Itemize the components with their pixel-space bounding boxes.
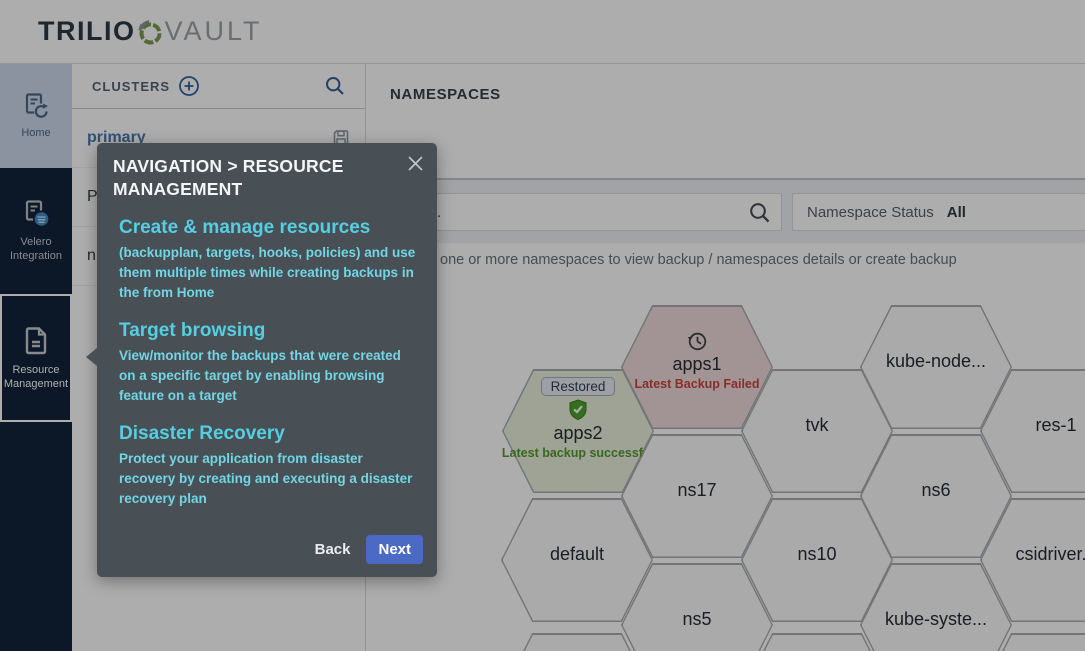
- section-heading: Disaster Recovery: [119, 423, 421, 445]
- popover-arrow: [86, 348, 97, 366]
- popover-title: NAVIGATION > RESOURCE MANAGEMENT: [113, 155, 393, 200]
- section-body: Protect your application from disaster r…: [119, 449, 421, 509]
- close-icon[interactable]: [407, 155, 424, 172]
- section-heading: Create & manage resources: [119, 217, 421, 239]
- popover-section-disaster-recovery: Disaster Recovery Protect your applicati…: [119, 423, 421, 509]
- popover-footer: Back Next: [315, 535, 423, 564]
- popover-section-target-browsing: Target browsing View/monitor the backups…: [119, 320, 421, 406]
- popover-section-create-manage: Create & manage resources (backupplan, t…: [119, 217, 421, 303]
- section-heading: Target browsing: [119, 320, 421, 342]
- next-button[interactable]: Next: [366, 535, 423, 564]
- section-body: View/monitor the backups that were creat…: [119, 346, 421, 406]
- section-body: (backupplan, targets, hooks, policies) a…: [119, 243, 421, 303]
- tour-popover: NAVIGATION > RESOURCE MANAGEMENT Create …: [97, 143, 437, 577]
- back-button[interactable]: Back: [315, 541, 351, 558]
